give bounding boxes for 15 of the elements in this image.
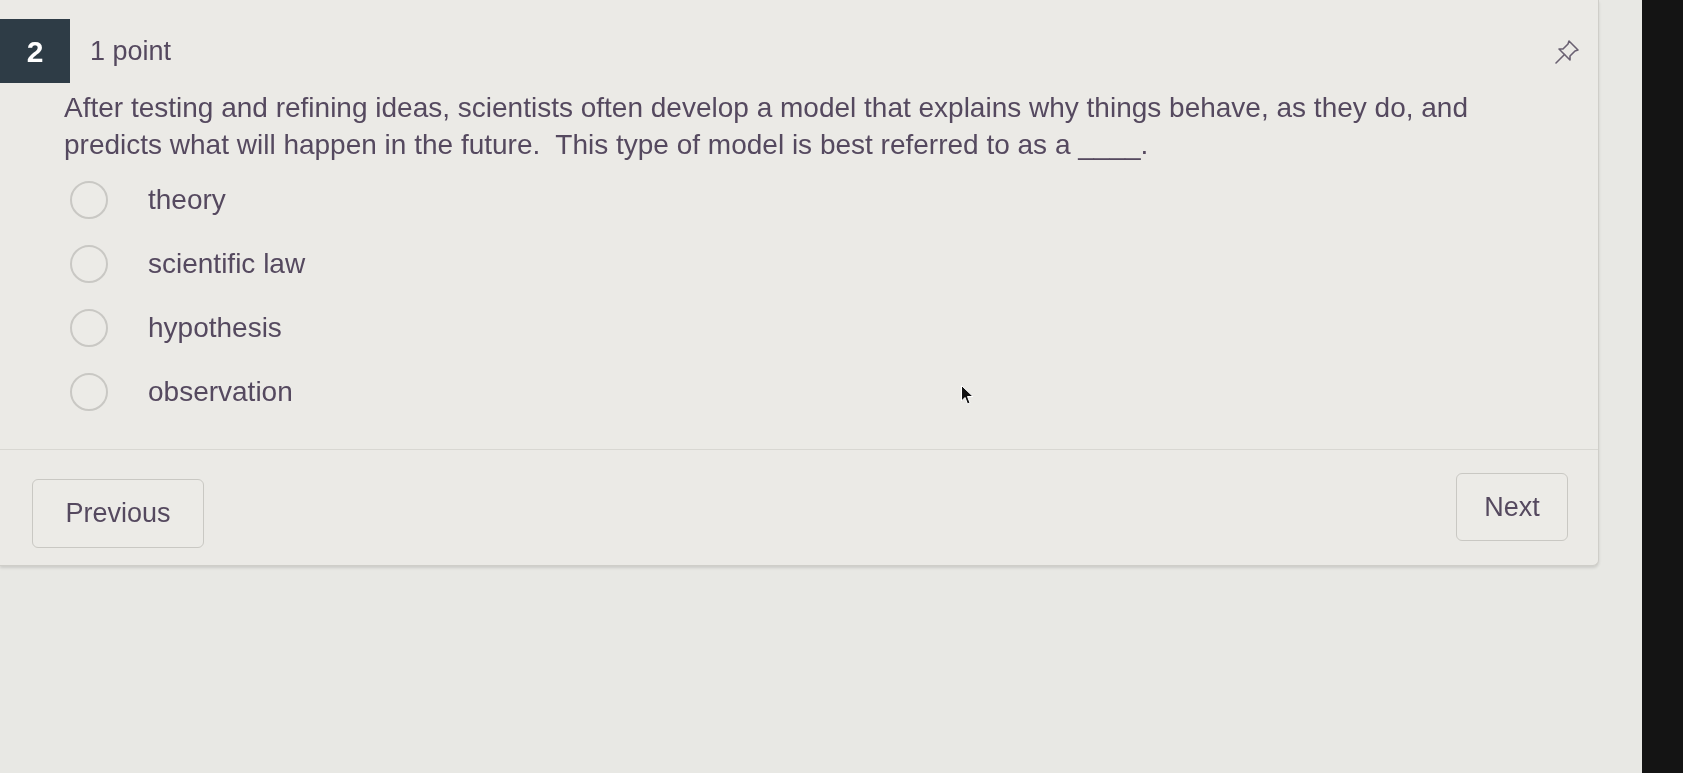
radio-button[interactable] — [70, 373, 108, 411]
radio-button[interactable] — [70, 245, 108, 283]
radio-button[interactable] — [70, 181, 108, 219]
option-label[interactable]: hypothesis — [148, 307, 282, 349]
option-label[interactable]: scientific law — [148, 243, 306, 285]
question-number: 2 — [0, 19, 70, 83]
pin-icon[interactable] — [1553, 38, 1581, 66]
points-label: 1 point — [90, 34, 172, 68]
next-button[interactable]: Next — [1456, 473, 1568, 541]
option-label[interactable]: theory — [148, 179, 226, 221]
mouse-cursor-icon — [961, 385, 974, 405]
question-text: After testing and refining ideas, scientists often develop a model that explains why things behave, as they do, and predicts what will happen in the future. This type of model is best referred to as a ____. — [64, 91, 1469, 162]
previous-button[interactable]: Previous — [32, 479, 204, 548]
radio-button[interactable] — [70, 309, 108, 347]
option-label[interactable]: observation — [148, 371, 293, 413]
